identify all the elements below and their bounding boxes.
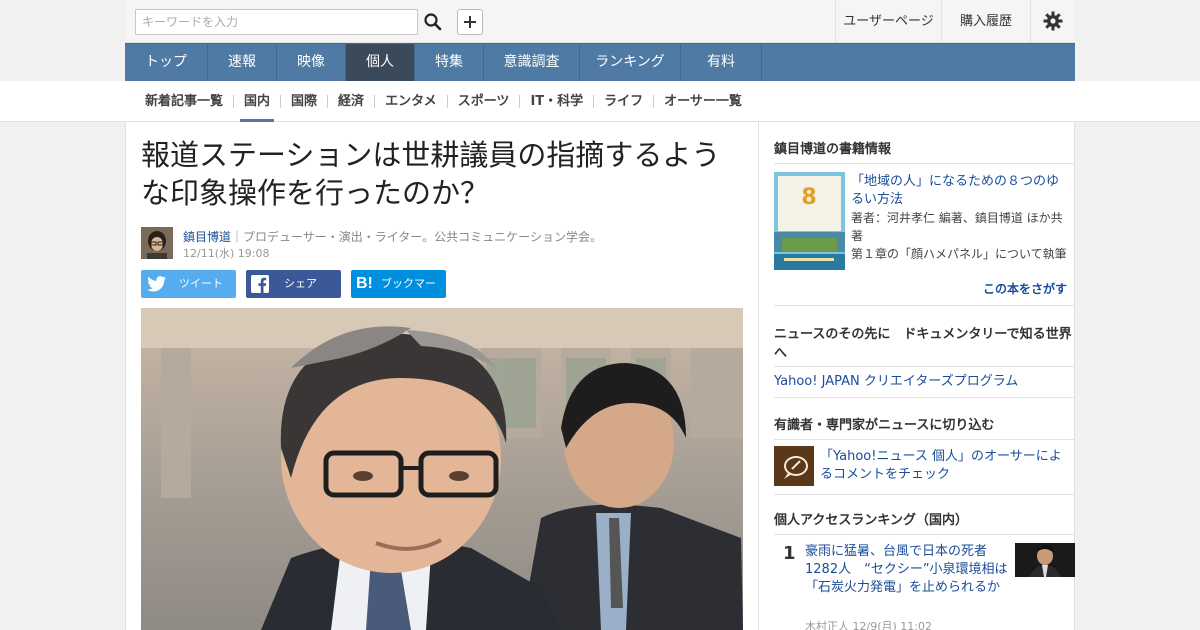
divider	[774, 305, 1075, 306]
divider	[774, 534, 1075, 535]
ranking-heading: 個人アクセスランキング（国内）	[774, 513, 968, 528]
hatena-bookmark-icon: B!	[356, 275, 373, 292]
article: 報道ステーションは世耕議員の指摘するような印象操作を行ったのか？ 鎮目博道｜プロ…	[125, 122, 759, 630]
tweet-button[interactable]: ツイート	[141, 270, 236, 298]
facebook-share-button[interactable]: シェア	[246, 270, 341, 298]
sub-nav: 新着記事一覧 国内 国際 経済 エンタメ スポーツ IT・科学 ライフ オーサー…	[135, 81, 752, 122]
experts-link[interactable]: 「Yahoo!ニュース 個人」のオーサーによるコメントをチェック	[820, 448, 1070, 484]
divider	[774, 397, 1075, 398]
article-photo	[141, 308, 743, 630]
experts-heading: 有識者・専門家がニュースに切り込む	[774, 418, 995, 433]
book-cover[interactable]: 8	[774, 172, 845, 270]
book-author: 著者：河井孝仁 編著、鎮目博道 ほか共著	[851, 211, 1063, 243]
tweet-label: ツイート	[179, 277, 223, 290]
book-note: 第１章の「顔ハメパネル」について執筆	[851, 247, 1067, 261]
nav-paid[interactable]: 有料	[681, 44, 762, 81]
sidebar: 鎮目博道の書籍情報 8 「地域の人」になるための８つのゆるい方法 著者：河井孝仁…	[759, 122, 1075, 630]
article-title: 報道ステーションは世耕議員の指摘するような印象操作を行ったのか？	[141, 138, 721, 210]
divider	[774, 494, 1075, 495]
nav-features[interactable]: 特集	[415, 44, 484, 81]
nav-ranking[interactable]: ランキング	[580, 44, 681, 81]
top-bar: キーワードを入力 ユーザーページ 購入履歴	[125, 0, 1075, 43]
author-description: ｜プロデューサー・演出・ライター。公共コミュニケーション学会。	[231, 230, 602, 244]
nav-individual[interactable]: 個人	[346, 44, 415, 81]
nav-breaking[interactable]: 速報	[208, 44, 277, 81]
subnav-international[interactable]: 国際	[281, 81, 327, 122]
subnav-economy[interactable]: 経済	[328, 81, 374, 122]
rank-thumbnail[interactable]	[1015, 543, 1075, 577]
search-input[interactable]: キーワードを入力	[135, 9, 418, 35]
twitter-icon	[147, 276, 166, 292]
author-avatar[interactable]	[141, 227, 173, 259]
find-book-link[interactable]: この本をさがす	[983, 280, 1067, 297]
article-date: 12/11(水) 19:08	[183, 247, 270, 260]
main-nav: トップ 速報 映像 個人 特集 意識調査 ランキング 有料	[125, 43, 1075, 81]
user-page-link[interactable]: ユーザーページ	[835, 0, 941, 43]
nav-top[interactable]: トップ	[125, 44, 208, 81]
gear-icon[interactable]	[1030, 0, 1075, 43]
divider	[774, 439, 1075, 440]
subnav-domestic[interactable]: 国内	[234, 81, 280, 122]
subnav-it-science[interactable]: IT・科学	[520, 81, 593, 122]
add-button[interactable]	[457, 9, 483, 35]
svg-text:8: 8	[801, 185, 816, 210]
book-title-link[interactable]: 「地域の人」になるための８つのゆるい方法	[851, 173, 1071, 209]
documentary-heading: ニュースのその先に ドキュメンタリーで知る世界へ	[774, 327, 1072, 361]
books-heading: 鎮目博道の書籍情報	[774, 142, 892, 157]
subnav-authors[interactable]: オーサー一覧	[654, 81, 752, 122]
purchase-history-link[interactable]: 購入履歴	[941, 0, 1030, 43]
rank-number: 1	[783, 543, 796, 564]
author-line: 鎮目博道｜プロデューサー・演出・ライター。公共コミュニケーション学会。	[183, 228, 602, 245]
book-meta: 著者：河井孝仁 編著、鎮目博道 ほか共著 第１章の「顔ハメパネル」について執筆	[851, 209, 1071, 263]
subnav-sports[interactable]: スポーツ	[448, 81, 520, 122]
creators-program-link[interactable]: Yahoo! JAPAN クリエイターズプログラム	[774, 373, 1018, 391]
search-icon[interactable]	[423, 12, 443, 32]
author-name-link[interactable]: 鎮目博道	[183, 230, 231, 244]
subnav-latest[interactable]: 新着記事一覧	[135, 81, 233, 122]
rank-title-link[interactable]: 豪雨に猛暑、台風で日本の死者1282人 “セクシー”小泉環境相は「石炭火力発電」…	[805, 543, 1010, 597]
nav-video[interactable]: 映像	[277, 44, 346, 81]
rank-meta: 木村正人 12/9(月) 11:02	[805, 620, 932, 630]
subnav-entertainment[interactable]: エンタメ	[375, 81, 447, 122]
facebook-icon	[251, 275, 269, 293]
nav-survey[interactable]: 意識調査	[484, 44, 580, 81]
divider	[774, 163, 1075, 164]
divider	[774, 366, 1075, 367]
subnav-life[interactable]: ライフ	[594, 81, 653, 122]
hatena-bookmark-button[interactable]: B! ブックマーク	[351, 270, 446, 318]
facebook-share-label: シェア	[284, 277, 317, 290]
yahoo-news-individual-icon[interactable]	[774, 446, 814, 486]
